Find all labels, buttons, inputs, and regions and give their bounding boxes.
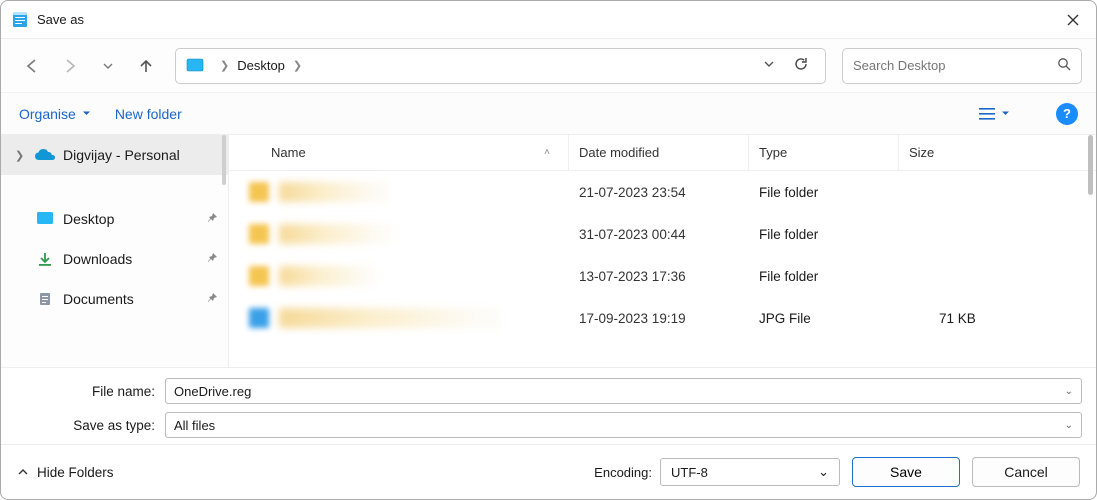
breadcrumb-sep-icon: ❯ <box>220 59 229 72</box>
chevron-down-icon[interactable]: ⌄ <box>1065 386 1073 397</box>
form-area: File name: OneDrive.reg ⌄ Save as type: … <box>1 368 1096 445</box>
pin-icon[interactable] <box>206 251 218 267</box>
file-name-field[interactable]: OneDrive.reg ⌄ <box>165 378 1082 404</box>
search-box[interactable] <box>842 48 1082 84</box>
file-name-blurred <box>279 308 499 328</box>
chevron-up-icon <box>17 466 29 478</box>
file-row[interactable]: 21-07-2023 23:54File folder <box>229 171 1096 213</box>
cell-type: JPG File <box>749 311 899 326</box>
folder-icon <box>249 224 269 244</box>
back-button[interactable] <box>15 49 49 83</box>
chevron-right-icon[interactable]: ❯ <box>15 149 27 162</box>
column-size[interactable]: Size <box>899 135 1096 170</box>
folder-icon <box>249 266 269 286</box>
documents-icon <box>35 289 55 309</box>
dialog-title: Save as <box>37 12 1050 27</box>
scrollbar[interactable] <box>1088 135 1093 195</box>
sidebar-item-label: Downloads <box>63 251 198 267</box>
view-mode-button[interactable] <box>973 103 1016 125</box>
cell-type: File folder <box>749 227 899 242</box>
search-input[interactable] <box>853 58 1057 73</box>
breadcrumb-current[interactable]: Desktop <box>237 58 285 73</box>
help-button[interactable]: ? <box>1056 103 1078 125</box>
file-row[interactable]: 31-07-2023 00:44File folder <box>229 213 1096 255</box>
onedrive-icon <box>35 145 55 165</box>
titlebar: Save as <box>1 1 1096 39</box>
file-name-label: File name: <box>15 384 155 399</box>
column-headers: Name ˄ Date modified Type Size <box>229 135 1096 171</box>
sidebar-item-label: Digvijay - Personal <box>63 147 218 163</box>
save-type-field[interactable]: All files ⌄ <box>165 412 1082 438</box>
navbar: ❯ Desktop ❯ <box>1 39 1096 93</box>
hide-folders-toggle[interactable]: Hide Folders <box>17 465 114 480</box>
sidebar-item-label: Documents <box>63 291 198 307</box>
file-list: Name ˄ Date modified Type Size 21-07-202… <box>229 135 1096 367</box>
pin-icon[interactable] <box>206 211 218 227</box>
body: ❯ Digvijay - Personal Desktop Downloads <box>1 135 1096 368</box>
cell-date: 31-07-2023 00:44 <box>569 227 749 242</box>
breadcrumb-sep-icon: ❯ <box>293 59 302 72</box>
file-name-blurred <box>279 182 389 202</box>
sidebar-item-desktop[interactable]: Desktop <box>1 199 228 239</box>
cell-date: 21-07-2023 23:54 <box>569 185 749 200</box>
chevron-down-icon <box>1001 109 1010 118</box>
save-type-label: Save as type: <box>15 418 155 433</box>
cell-type: File folder <box>749 269 899 284</box>
column-date[interactable]: Date modified <box>569 135 749 170</box>
refresh-icon[interactable] <box>787 52 815 79</box>
recent-dropdown[interactable] <box>91 49 125 83</box>
sidebar-item-onedrive[interactable]: ❯ Digvijay - Personal <box>1 135 228 175</box>
save-button[interactable]: Save <box>852 457 960 487</box>
downloads-icon <box>35 249 55 269</box>
chevron-down-icon[interactable]: ⌄ <box>818 464 829 480</box>
file-name-blurred <box>279 224 391 244</box>
breadcrumb-dropdown-icon[interactable] <box>757 54 781 77</box>
cell-type: File folder <box>749 185 899 200</box>
new-folder-button[interactable]: New folder <box>115 106 182 122</box>
file-name-value: OneDrive.reg <box>174 384 251 399</box>
sidebar-item-label: Desktop <box>63 211 198 227</box>
sidebar-item-downloads[interactable]: Downloads <box>1 239 228 279</box>
desktop-icon <box>186 57 204 75</box>
column-type[interactable]: Type <box>749 135 899 170</box>
chevron-down-icon[interactable]: ⌄ <box>1065 420 1073 431</box>
image-thumb-icon <box>249 308 269 328</box>
scrollbar[interactable] <box>222 135 226 185</box>
organise-menu[interactable]: Organise <box>19 106 91 122</box>
cancel-button[interactable]: Cancel <box>972 457 1080 487</box>
cell-size: 71 KB <box>899 311 1096 326</box>
column-name[interactable]: Name ˄ <box>229 135 569 170</box>
close-button[interactable] <box>1050 1 1096 38</box>
cell-date: 17-09-2023 19:19 <box>569 311 749 326</box>
file-row[interactable]: 13-07-2023 17:36File folder <box>229 255 1096 297</box>
file-name-blurred <box>279 266 375 286</box>
encoding-value: UTF-8 <box>671 465 708 480</box>
sidebar: ❯ Digvijay - Personal Desktop Downloads <box>1 135 229 367</box>
file-row[interactable]: 17-09-2023 19:19JPG File71 KB <box>229 297 1096 339</box>
chevron-down-icon <box>82 109 91 118</box>
sort-asc-icon: ˄ <box>544 147 550 158</box>
encoding-label: Encoding: <box>594 465 652 480</box>
encoding-group: Encoding: UTF-8 ⌄ <box>594 458 840 486</box>
toolbar: Organise New folder ? <box>1 93 1096 135</box>
cell-date: 13-07-2023 17:36 <box>569 269 749 284</box>
search-icon[interactable] <box>1057 57 1071 74</box>
encoding-select[interactable]: UTF-8 ⌄ <box>660 458 840 486</box>
breadcrumb-bar[interactable]: ❯ Desktop ❯ <box>175 48 826 84</box>
desktop-icon <box>35 209 55 229</box>
sidebar-item-documents[interactable]: Documents <box>1 279 228 319</box>
list-view-icon <box>979 107 995 121</box>
up-button[interactable] <box>129 49 163 83</box>
forward-button[interactable] <box>53 49 87 83</box>
save-type-value: All files <box>174 418 215 433</box>
footer: Hide Folders Encoding: UTF-8 ⌄ Save Canc… <box>1 445 1096 499</box>
pin-icon[interactable] <box>206 291 218 307</box>
folder-icon <box>249 182 269 202</box>
notepad-icon <box>11 11 29 29</box>
